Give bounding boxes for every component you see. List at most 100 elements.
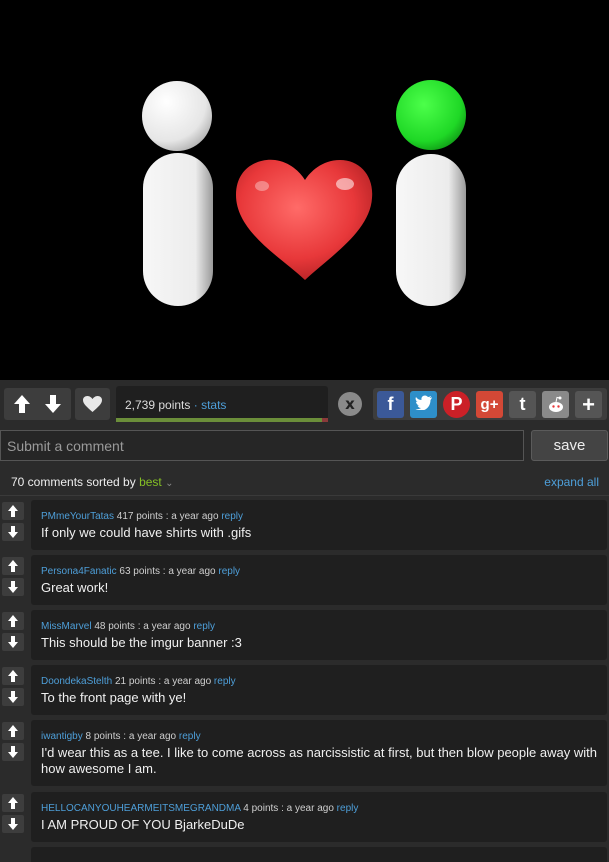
- comment-upvote-button[interactable]: [2, 722, 24, 740]
- comment-author[interactable]: MissMarvel: [41, 621, 92, 632]
- sort-dropdown[interactable]: best: [139, 475, 162, 489]
- reply-link[interactable]: reply: [337, 803, 359, 814]
- comment-time: : a year ago: [158, 676, 212, 687]
- downvote-button[interactable]: [39, 388, 67, 420]
- comment-votes: [2, 667, 26, 709]
- comment-meta: HELLOCANYOUHEARMEITSMEGRANDMA 4 points :…: [41, 802, 597, 815]
- comment-author[interactable]: iwantigby: [41, 731, 83, 742]
- arrow-up-icon: [8, 670, 18, 682]
- comment-input[interactable]: [0, 430, 524, 461]
- reply-link[interactable]: reply: [221, 511, 243, 522]
- comment-text: I AM PROUD OF YOU BjarkeDuDe: [41, 817, 245, 832]
- heart-icon: [83, 396, 102, 412]
- google-plus-icon: g+: [480, 396, 499, 413]
- post-image[interactable]: [0, 0, 609, 380]
- comment-body: Persona4Fanatic 63 points : a year ago r…: [31, 555, 607, 605]
- comment-downvote-button[interactable]: [2, 815, 24, 833]
- comment-downvote-button[interactable]: [2, 523, 24, 541]
- comment-body: MissMarvel 48 points : a year ago reply …: [31, 610, 607, 660]
- action-bar: 2,739 points · stats x f P g+ t +: [0, 380, 609, 426]
- comment-meta: PMmeYourTatas 417 points : a year ago re…: [41, 510, 597, 523]
- comment-time: : a year ago: [123, 731, 177, 742]
- points-text: 2,739 points · stats: [125, 398, 226, 412]
- arrow-down-icon: [45, 395, 61, 413]
- facebook-share-button[interactable]: f: [377, 391, 404, 418]
- close-icon: x: [338, 392, 362, 416]
- arrow-down-icon: [8, 691, 18, 703]
- stats-link[interactable]: stats: [201, 398, 226, 412]
- upvote-button[interactable]: [8, 388, 36, 420]
- comment-points: 4 points: [243, 803, 279, 814]
- comment-upvote-button[interactable]: [2, 667, 24, 685]
- comment-upvote-button[interactable]: [2, 612, 24, 630]
- reply-link[interactable]: reply: [193, 621, 215, 632]
- comment-points: 8 points: [85, 731, 121, 742]
- comment-votes: [2, 612, 26, 654]
- close-button[interactable]: x: [333, 388, 367, 420]
- facebook-icon: f: [387, 394, 394, 414]
- comment-time: : a year ago: [165, 511, 219, 522]
- google-plus-share-button[interactable]: g+: [476, 391, 503, 418]
- right-i-dot: [396, 80, 466, 150]
- comment-author[interactable]: HELLOCANYOUHEARMEITSMEGRANDMA: [41, 803, 240, 814]
- comment-form: save: [0, 428, 609, 464]
- comment-text: To the front page with ye!: [41, 690, 187, 705]
- reddit-share-button[interactable]: [542, 391, 569, 418]
- comment-upvote-button[interactable]: [2, 557, 24, 575]
- comment-time: : a year ago: [281, 803, 334, 814]
- comment-body: [31, 847, 607, 862]
- left-i-dot: [142, 81, 212, 151]
- comment-text: This should be the imgur banner :3: [41, 635, 242, 650]
- comments-header: 70 comments sorted by best ⌄ expand all: [0, 468, 609, 496]
- pinterest-icon: P: [450, 394, 463, 414]
- chevron-down-icon[interactable]: ⌄: [165, 478, 173, 489]
- right-i-stem: [396, 154, 466, 306]
- points-count: 2,739 points: [125, 398, 191, 412]
- comment-time: : a year ago: [137, 621, 191, 632]
- reply-link[interactable]: reply: [218, 566, 240, 577]
- comment-votes: [2, 722, 26, 764]
- comments-count: 70 comments sorted by: [11, 475, 136, 489]
- arrow-up-icon: [8, 725, 18, 737]
- arrow-down-icon: [8, 526, 18, 538]
- comment-author[interactable]: Persona4Fanatic: [41, 566, 117, 577]
- comment-upvote-button[interactable]: [2, 502, 24, 520]
- comment-downvote-button[interactable]: [2, 688, 24, 706]
- arrow-up-icon: [8, 560, 18, 572]
- reply-link[interactable]: reply: [214, 676, 236, 687]
- comment-meta: Persona4Fanatic 63 points : a year ago r…: [41, 565, 597, 578]
- twitter-share-button[interactable]: [410, 391, 437, 418]
- comment-points: 21 points: [114, 676, 156, 687]
- comment-votes: [2, 502, 26, 544]
- comment-downvote-button[interactable]: [2, 633, 24, 651]
- reddit-icon: [548, 396, 563, 412]
- save-button[interactable]: save: [531, 430, 608, 461]
- comment-meta: MissMarvel 48 points : a year ago reply: [41, 620, 597, 633]
- comment-upvote-button[interactable]: [2, 794, 24, 812]
- more-share-button[interactable]: +: [575, 391, 602, 418]
- expand-all-link[interactable]: expand all: [544, 475, 599, 489]
- score-bar-fill: [116, 418, 322, 422]
- reply-link[interactable]: reply: [179, 731, 201, 742]
- comment-votes: [2, 794, 26, 836]
- arrow-up-icon: [8, 615, 18, 627]
- points-panel: 2,739 points · stats: [116, 386, 328, 422]
- comments-sort: 70 comments sorted by best ⌄: [11, 475, 174, 489]
- comment-downvote-button[interactable]: [2, 743, 24, 761]
- comment-points: 63 points: [119, 566, 160, 577]
- comment-downvote-button[interactable]: [2, 578, 24, 596]
- favorite-button[interactable]: [75, 388, 110, 420]
- arrow-down-icon: [8, 746, 18, 758]
- comment-meta: iwantigby 8 points : a year ago reply: [41, 730, 597, 743]
- tumblr-share-button[interactable]: t: [509, 391, 536, 418]
- comment-body: iwantigby 8 points : a year ago reply I'…: [31, 720, 607, 786]
- twitter-icon: [415, 394, 433, 415]
- plus-icon: +: [582, 391, 595, 417]
- comment-author[interactable]: DoondekaStelth: [41, 676, 112, 687]
- arrow-down-icon: [8, 581, 18, 593]
- pinterest-share-button[interactable]: P: [443, 391, 470, 418]
- arrow-up-icon: [8, 797, 18, 809]
- comment-text: If only we could have shirts with .gifs: [41, 525, 252, 540]
- comment-body: DoondekaStelth 21 points : a year ago re…: [31, 665, 607, 715]
- comment-author[interactable]: PMmeYourTatas: [41, 511, 114, 522]
